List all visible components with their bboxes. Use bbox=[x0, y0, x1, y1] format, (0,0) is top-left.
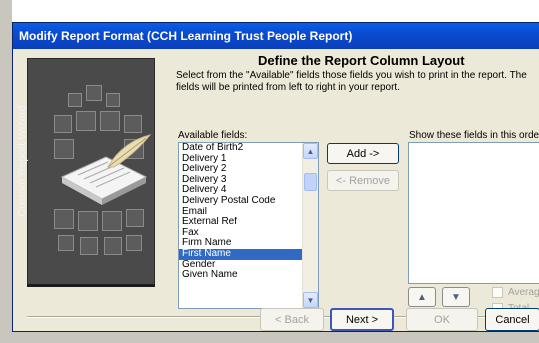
decor-tile bbox=[126, 235, 142, 251]
decor-tile bbox=[124, 115, 142, 133]
list-item[interactable]: Delivery Postal Code bbox=[179, 196, 304, 207]
decor-tile bbox=[106, 93, 120, 107]
chevron-up-icon[interactable]: ▲ bbox=[303, 143, 318, 159]
decor-tile bbox=[54, 115, 72, 133]
decor-tile bbox=[58, 235, 74, 251]
average-checkbox[interactable]: Average bbox=[492, 287, 539, 298]
side-panel-divider bbox=[27, 284, 155, 287]
list-item[interactable]: Firm Name bbox=[179, 238, 304, 249]
remove-field-button[interactable]: <- Remove bbox=[327, 170, 399, 191]
add-field-button[interactable]: Add -> bbox=[327, 143, 399, 164]
available-fields-scrollbar[interactable]: ▲ ▼ bbox=[302, 143, 318, 308]
available-fields-label: Available fields: bbox=[178, 130, 248, 141]
list-item-selected[interactable]: First Name bbox=[179, 248, 304, 260]
decor-tile bbox=[78, 211, 98, 231]
list-item[interactable]: Given Name bbox=[179, 270, 304, 281]
cancel-button[interactable]: Cancel bbox=[485, 308, 539, 331]
move-up-button[interactable]: ▲ bbox=[408, 287, 436, 307]
list-item[interactable]: Gender bbox=[179, 260, 304, 271]
list-item[interactable]: Date of Birth2 bbox=[179, 143, 304, 154]
decor-tile bbox=[68, 93, 82, 107]
list-item[interactable]: Delivery 4 bbox=[179, 185, 304, 196]
decor-tile bbox=[100, 111, 120, 131]
wizard-side-panel bbox=[27, 58, 155, 287]
decor-tile bbox=[76, 111, 96, 131]
list-item[interactable]: Delivery 1 bbox=[179, 154, 304, 165]
order-fields-label: Show these fields in this order: bbox=[409, 130, 539, 141]
wizard-description: Select from the "Available" fields those… bbox=[176, 70, 527, 93]
background-strip-bottom bbox=[0, 331, 539, 343]
list-item[interactable]: Email bbox=[179, 207, 304, 218]
dialog-title-bar[interactable]: Modify Report Format (CCH Learning Trust… bbox=[13, 23, 539, 49]
wizard-heading: Define the Report Column Layout bbox=[258, 53, 465, 68]
decor-tile bbox=[80, 237, 98, 255]
selected-fields-list[interactable] bbox=[408, 142, 539, 284]
report-format-dialog: Modify Report Format (CCH Learning Trust… bbox=[12, 22, 539, 332]
dialog-title: Modify Report Format (CCH Learning Trust… bbox=[19, 29, 353, 43]
decor-tile bbox=[102, 211, 122, 231]
arrow-down-icon: ▼ bbox=[451, 291, 461, 303]
average-checkbox-box[interactable] bbox=[492, 287, 503, 298]
list-item[interactable]: External Ref bbox=[179, 217, 304, 228]
arrow-up-icon: ▲ bbox=[417, 291, 427, 303]
next-button[interactable]: Next > bbox=[330, 308, 394, 331]
scrollbar-thumb[interactable] bbox=[304, 173, 317, 191]
list-item[interactable]: Fax bbox=[179, 228, 304, 239]
report-document-icon bbox=[60, 134, 152, 205]
available-fields-items: Date of Birth2 Delivery 1 Delivery 2 Del… bbox=[179, 143, 304, 281]
chevron-down-icon[interactable]: ▼ bbox=[303, 292, 318, 308]
back-button[interactable]: < Back bbox=[260, 308, 324, 331]
list-item[interactable]: Delivery 2 bbox=[179, 164, 304, 175]
ok-button[interactable]: OK bbox=[406, 308, 478, 331]
decor-tile bbox=[104, 237, 122, 255]
available-fields-list[interactable]: Date of Birth2 Delivery 1 Delivery 2 Del… bbox=[178, 142, 319, 309]
average-checkbox-label: Average bbox=[508, 287, 539, 298]
decor-tile bbox=[86, 85, 102, 101]
wizard-side-label: Custom Report Wizard bbox=[17, 104, 30, 217]
list-item[interactable]: Delivery 3 bbox=[179, 175, 304, 186]
background-strip-left bbox=[0, 0, 12, 343]
move-down-button[interactable]: ▼ bbox=[442, 287, 470, 307]
